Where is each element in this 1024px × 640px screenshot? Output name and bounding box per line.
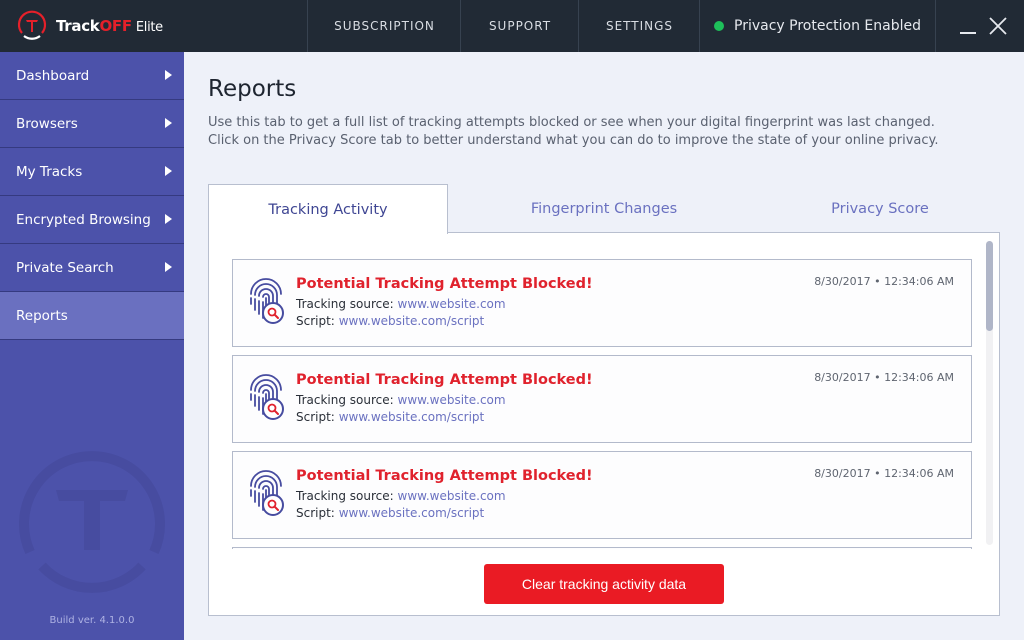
nav-subscription[interactable]: SUBSCRIPTION [307, 0, 461, 52]
script-label: Script: [296, 410, 335, 424]
brand-edition: Elite [135, 20, 163, 35]
arrow-right-icon [165, 166, 172, 176]
clear-button-label: Clear tracking activity data [521, 576, 687, 592]
tab-label: Fingerprint Changes [530, 200, 678, 217]
source-link[interactable]: www.website.com [398, 393, 506, 407]
main-content: Reports Use this tab to get a full list … [184, 52, 1024, 640]
sidebar-item-reports[interactable]: Reports [0, 292, 184, 340]
report-tabs: Tracking Activity Fingerprint Changes Pr… [208, 184, 1000, 234]
window-controls [935, 0, 1024, 52]
script-link[interactable]: www.website.com/script [339, 410, 485, 424]
nav-settings[interactable]: SETTINGS [578, 0, 700, 52]
arrow-right-icon [165, 214, 172, 224]
entry-title: Potential Tracking Attempt Blocked! [296, 468, 593, 484]
trackoff-logo-icon [17, 10, 47, 40]
script-link[interactable]: www.website.com/script [339, 314, 485, 328]
logo-watermark-icon [19, 451, 165, 593]
activity-list: Potential Tracking Attempt Blocked! Trac… [232, 259, 973, 549]
nav-subscription-label: SUBSCRIPTION [334, 19, 435, 33]
sidebar-item-label: Browsers [16, 115, 78, 132]
source-label: Tracking source: [296, 393, 394, 407]
tab-privacy-score[interactable]: Privacy Score [760, 184, 1000, 233]
privacy-status: Privacy Protection Enabled [699, 0, 935, 52]
nav-support-label: SUPPORT [488, 19, 552, 33]
minimize-icon[interactable] [960, 32, 976, 34]
entry-title: Potential Tracking Attempt Blocked! [296, 372, 593, 388]
build-version: Build ver. 4.1.0.0 [49, 615, 135, 626]
entry-script: Script: www.website.com/script [296, 410, 484, 424]
status-dot-icon [714, 21, 724, 31]
tab-tracking-activity[interactable]: Tracking Activity [208, 184, 448, 234]
page-title: Reports [208, 76, 297, 102]
sidebar-item-encrypted-browsing[interactable]: Encrypted Browsing [0, 196, 184, 244]
sidebar-item-dashboard[interactable]: Dashboard [0, 52, 184, 100]
sidebar-item-label: My Tracks [16, 163, 83, 180]
sidebar-item-label: Encrypted Browsing [16, 211, 151, 228]
close-icon[interactable] [988, 16, 1008, 36]
source-link[interactable]: www.website.com [398, 489, 506, 503]
description-line-1: Use this tab to get a full list of track… [208, 115, 935, 130]
fingerprint-search-icon [250, 278, 284, 324]
arrow-right-icon [165, 70, 172, 80]
description-line-2: Click on the Privacy Score tab to better… [208, 133, 939, 148]
script-label: Script: [296, 314, 335, 328]
sidebar-item-my-tracks[interactable]: My Tracks [0, 148, 184, 196]
list-item: Potential Tracking Attempt Blocked! Trac… [232, 355, 972, 443]
nav-support[interactable]: SUPPORT [460, 0, 579, 52]
entry-timestamp: 8/30/2017 • 12:34:06 AM [814, 275, 954, 288]
brand-track: Track [56, 17, 100, 35]
clear-tracking-data-button[interactable]: Clear tracking activity data [484, 564, 724, 604]
sidebar-item-label: Dashboard [16, 67, 90, 84]
tab-label: Privacy Score [831, 200, 929, 217]
fingerprint-search-icon [250, 470, 284, 516]
sidebar: Dashboard Browsers My Tracks Encrypted B… [0, 52, 184, 640]
sidebar-item-private-search[interactable]: Private Search [0, 244, 184, 292]
source-label: Tracking source: [296, 297, 394, 311]
title-bar: TrackOFF Elite SUBSCRIPTION SUPPORT SETTI… [0, 0, 1024, 52]
page-description: Use this tab to get a full list of track… [208, 114, 1008, 150]
entry-title: Potential Tracking Attempt Blocked! [296, 276, 593, 292]
source-link[interactable]: www.website.com [398, 297, 506, 311]
entry-source: Tracking source: www.website.com [296, 393, 506, 407]
tab-label: Tracking Activity [268, 201, 388, 218]
list-item: Potential Tracking Attempt Blocked! Trac… [232, 451, 972, 539]
arrow-right-icon [165, 118, 172, 128]
brand-off: OFF [99, 17, 132, 35]
sidebar-item-browsers[interactable]: Browsers [0, 100, 184, 148]
scrollbar-thumb[interactable] [986, 241, 993, 331]
arrow-right-icon [165, 262, 172, 272]
entry-timestamp: 8/30/2017 • 12:34:06 AM [814, 467, 954, 480]
entry-timestamp: 8/30/2017 • 12:34:06 AM [814, 371, 954, 384]
fingerprint-search-icon [250, 374, 284, 420]
tab-fingerprint-changes[interactable]: Fingerprint Changes [448, 184, 760, 233]
source-label: Tracking source: [296, 489, 394, 503]
privacy-status-label: Privacy Protection Enabled [734, 18, 921, 34]
sidebar-item-label: Reports [16, 307, 68, 324]
list-item: Potential Tracking Attempt Blocked! Trac… [232, 259, 972, 347]
entry-script: Script: www.website.com/script [296, 506, 484, 520]
tracking-activity-panel: Potential Tracking Attempt Blocked! Trac… [208, 232, 1000, 616]
script-label: Script: [296, 506, 335, 520]
brand-name: TrackOFF Elite [56, 17, 163, 35]
scrollbar[interactable] [986, 241, 993, 545]
sidebar-item-label: Private Search [16, 259, 114, 276]
entry-source: Tracking source: www.website.com [296, 489, 506, 503]
script-link[interactable]: www.website.com/script [339, 506, 485, 520]
nav-settings-label: SETTINGS [605, 19, 674, 33]
entry-source: Tracking source: www.website.com [296, 297, 506, 311]
list-item [232, 547, 972, 549]
entry-script: Script: www.website.com/script [296, 314, 484, 328]
